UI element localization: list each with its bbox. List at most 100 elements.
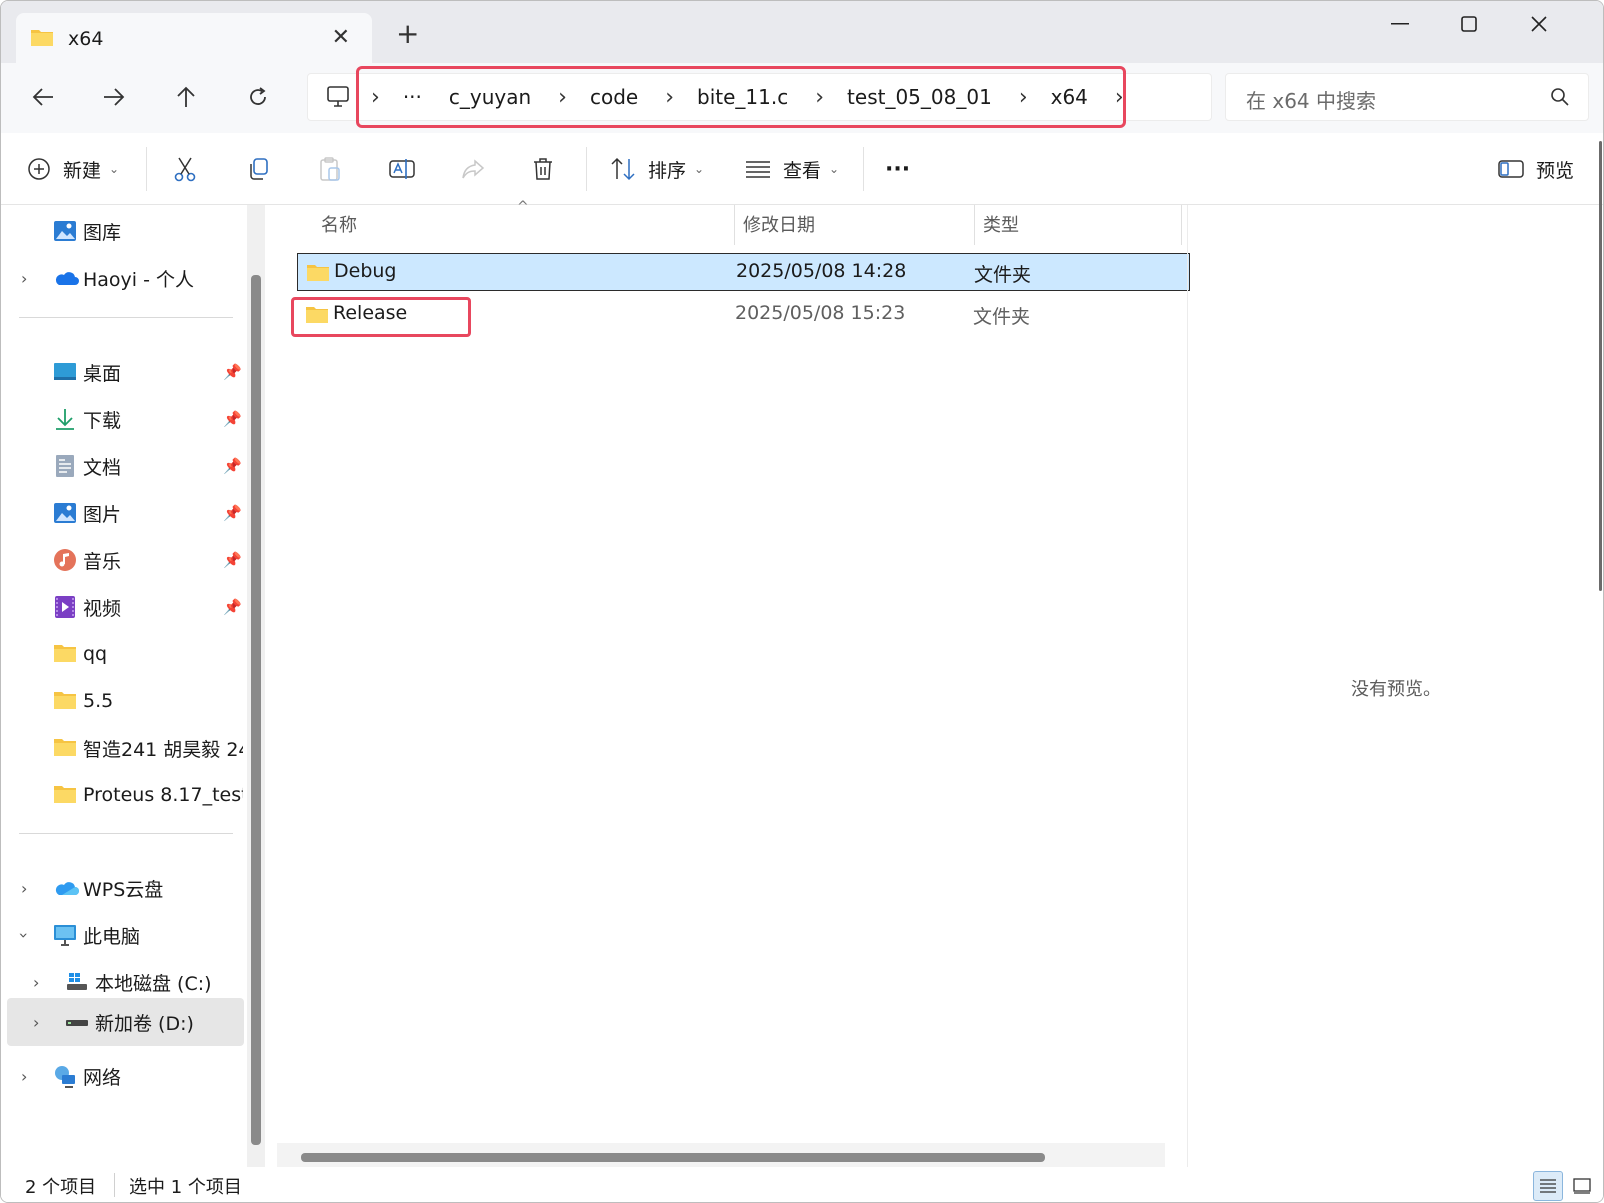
column-divider[interactable] [974, 205, 975, 245]
sort-button-label: 排序 [648, 159, 687, 182]
minimize-button[interactable] [1370, 9, 1430, 39]
sidebar-item-label: 此电脑 [83, 925, 141, 948]
breadcrumb: › ··· c_yuyan › code › bite_11.c › test_… [356, 66, 1126, 128]
sidebar-item-videos[interactable]: 视频 📌 [1, 585, 242, 629]
breadcrumb-overflow[interactable]: ··· [403, 85, 422, 109]
window-edge-scroll [1599, 141, 1602, 591]
rename-button[interactable] [389, 151, 415, 187]
sidebar-item-desktop[interactable]: 桌面 📌 [1, 350, 242, 394]
column-header-date[interactable]: 修改日期 [743, 211, 815, 237]
chevron-right-icon[interactable]: › [371, 85, 380, 110]
sidebar-item-network[interactable]: › 网络 [1, 1054, 241, 1098]
sidebar-item-wps-cloud[interactable]: › WPS云盘 [1, 866, 241, 910]
chevron-right-icon[interactable]: › [33, 1013, 39, 1032]
column-header-type[interactable]: 类型 [983, 211, 1019, 237]
sidebar-item-5-5[interactable]: 5.5 [1, 679, 241, 723]
preview-pane-button[interactable]: 预览 [1498, 151, 1574, 187]
sidebar-item-documents[interactable]: 文档 📌 [1, 444, 242, 488]
desktop-icon [53, 360, 77, 384]
view-button-label: 查看 [783, 159, 822, 182]
chevron-right-icon[interactable]: › [1115, 85, 1124, 110]
chevron-right-icon[interactable]: › [665, 85, 674, 110]
maximize-button[interactable] [1439, 9, 1499, 39]
sidebar-item-label: 图库 [83, 221, 122, 244]
sidebar-item-music[interactable]: 音乐 📌 [1, 538, 242, 582]
new-tab-button[interactable]: + [396, 20, 419, 48]
sidebar-item-onedrive[interactable]: › Haoyi - 个人 [1, 256, 241, 300]
column-header-name[interactable]: 名称 [321, 211, 357, 237]
pin-icon[interactable]: 📌 [223, 551, 242, 569]
sidebar-item-label: 智造241 胡昊毅 240 [83, 738, 243, 761]
delete-button[interactable] [532, 151, 554, 187]
download-icon [53, 407, 77, 431]
breadcrumb-test_05_08_01[interactable]: test_05_08_01 [847, 85, 992, 109]
view-button[interactable]: 查看 ⌄ [745, 151, 839, 187]
chevron-right-icon[interactable]: › [21, 269, 27, 288]
breadcrumb-c_yuyan[interactable]: c_yuyan [449, 85, 531, 109]
pin-icon[interactable]: 📌 [223, 457, 242, 475]
this-pc-icon [326, 86, 350, 112]
file-row-debug[interactable]: Debug 2025/05/08 14:28 文件夹 [297, 253, 1190, 291]
search-input[interactable]: 在 x64 中搜索 [1246, 85, 1376, 114]
sort-button[interactable]: 排序 ⌄ [610, 151, 704, 187]
preview-pane-icon [1498, 160, 1524, 178]
pin-icon[interactable]: 📌 [223, 410, 242, 428]
sidebar-item-downloads[interactable]: 下载 📌 [1, 397, 242, 441]
sidebar-item-drive-d[interactable]: › 新加卷 (D:) [7, 998, 244, 1046]
close-window-button[interactable] [1509, 9, 1569, 39]
sidebar-scrollbar-thumb[interactable] [251, 275, 261, 1145]
search-icon[interactable] [1550, 87, 1570, 111]
preview-pane-divider[interactable] [1187, 205, 1188, 1167]
breadcrumb-bite_11c[interactable]: bite_11.c [697, 85, 788, 109]
sidebar-item-gallery[interactable]: 图库 [1, 209, 241, 253]
command-bar: 新建 ⌄ 排序 ⌄ 查看 ⌄ ··· 预览 [1, 133, 1603, 205]
chevron-right-icon[interactable]: › [815, 85, 824, 110]
details-view-button[interactable] [1533, 1171, 1563, 1201]
copy-icon [250, 158, 268, 180]
horizontal-scrollbar-thumb[interactable] [301, 1153, 1045, 1162]
file-name: Debug [334, 260, 397, 282]
tab-x64[interactable]: x64 ✕ [16, 13, 372, 65]
refresh-button[interactable] [236, 75, 280, 119]
folder-icon [306, 262, 330, 287]
sidebar-item-qq[interactable]: qq [1, 632, 241, 676]
cut-button[interactable] [173, 151, 197, 187]
copy-button[interactable] [246, 151, 270, 187]
column-divider[interactable] [734, 205, 735, 245]
status-bar: 2 个项目 选中 1 个项目 [1, 1167, 1603, 1202]
chevron-right-icon[interactable]: › [21, 879, 27, 898]
close-tab-button[interactable]: ✕ [332, 25, 350, 50]
sidebar-item-this-pc[interactable]: › 此电脑 [1, 913, 241, 957]
status-selected-count: 选中 1 个项目 [129, 1177, 242, 1198]
large-icons-view-button[interactable] [1567, 1171, 1597, 1201]
no-preview-text: 没有预览。 [1351, 679, 1441, 700]
paste-button[interactable] [318, 151, 342, 187]
chevron-down-icon: ⌄ [829, 162, 840, 176]
column-divider[interactable] [1181, 205, 1182, 245]
back-button[interactable] [21, 75, 65, 119]
search-box[interactable]: 在 x64 中搜索 [1225, 73, 1589, 121]
up-button[interactable] [164, 75, 208, 119]
windows-drive-icon [65, 970, 89, 994]
chevron-down-icon: ⌄ [694, 162, 705, 176]
toolbar-divider [586, 147, 587, 191]
chevron-right-icon[interactable]: › [33, 973, 39, 992]
sidebar-item-label: 本地磁盘 (C:) [95, 972, 212, 995]
chevron-right-icon[interactable]: › [1019, 85, 1028, 110]
chevron-right-icon[interactable]: › [21, 1067, 27, 1086]
new-button[interactable]: 新建 ⌄ [27, 151, 119, 187]
chevron-down-icon[interactable]: › [15, 932, 34, 938]
pin-icon[interactable]: 📌 [223, 504, 242, 522]
breadcrumb-x64[interactable]: x64 [1051, 85, 1088, 109]
breadcrumb-code[interactable]: code [590, 85, 638, 109]
sidebar-item-pictures[interactable]: 图片 📌 [1, 491, 242, 535]
pictures-icon [53, 501, 77, 525]
share-button[interactable] [461, 151, 485, 187]
chevron-right-icon[interactable]: › [558, 85, 567, 110]
forward-button[interactable] [92, 75, 136, 119]
pin-icon[interactable]: 📌 [223, 598, 242, 616]
sidebar-item-zhizao[interactable]: 智造241 胡昊毅 240 [1, 726, 243, 770]
sidebar-item-proteus[interactable]: Proteus 8.17_test [1, 773, 243, 817]
more-options-button[interactable]: ··· [885, 151, 910, 187]
pin-icon[interactable]: 📌 [223, 363, 242, 381]
